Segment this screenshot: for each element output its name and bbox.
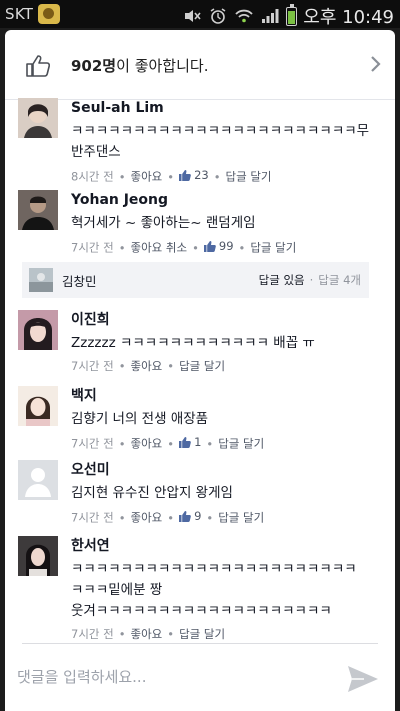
comment-author[interactable]: 한서연: [71, 536, 376, 556]
comment-meta: 8시간 전 • 좋아요 • 23 • 답글 달기: [71, 166, 272, 184]
avatar[interactable]: [18, 386, 58, 426]
comment-meta: 7시간 전 • 좋아요 • 답글 달기: [71, 359, 226, 373]
comment-author[interactable]: 오선미: [71, 460, 376, 480]
comment-author[interactable]: Yohan Jeong: [71, 190, 376, 210]
reply-status: 답글 있음 · 답글 4개: [258, 273, 361, 287]
comment-text: ㅋㅋㅋㅋㅋㅋㅋㅋㅋㅋㅋㅋㅋㅋㅋㅋㅋㅋㅋㅋㅋㅋㅋ무반주댄스: [71, 123, 370, 160]
reply-button[interactable]: 답글 달기: [218, 437, 264, 451]
reply-author: 김창민: [62, 274, 97, 289]
comment-time: 7시간 전: [71, 240, 114, 255]
comments-panel: 902명이 좋아합니다. Seul-ah Lim ㅋㅋㅋㅋㅋㅋㅋㅋㅋㅋㅋㅋㅋㅋㅋ…: [5, 30, 395, 711]
comment-author[interactable]: 이진희: [71, 310, 376, 330]
comment-time: 7시간 전: [71, 510, 114, 525]
comment-time: 7시간 전: [71, 627, 114, 641]
likes-summary-bar[interactable]: 902명이 좋아합니다.: [5, 30, 395, 100]
like-button[interactable]: 좋아요: [131, 511, 163, 525]
clock: 오후 10:49: [303, 7, 394, 28]
battery-icon: [286, 3, 298, 26]
unlike-button[interactable]: 좋아요 취소: [131, 241, 188, 255]
send-icon[interactable]: [346, 664, 380, 698]
comment-meta: 7시간 전 • 좋아요 • 9 • 답글 달기: [71, 507, 265, 525]
comment-author[interactable]: 백지: [71, 386, 376, 406]
reply-button[interactable]: 답글 달기: [179, 359, 225, 373]
like-button[interactable]: 좋아요: [131, 627, 163, 641]
reply-thread-row[interactable]: 김창민 답글 있음 · 답글 4개: [22, 262, 369, 298]
like-count[interactable]: 9: [179, 507, 201, 525]
chevron-right-icon[interactable]: [369, 54, 383, 78]
reply-button[interactable]: 답글 달기: [218, 511, 264, 525]
likes-suffix: 이 좋아합니다.: [116, 57, 209, 75]
comment-meta: 7시간 전 • 좋아요 • 답글 달기: [71, 627, 226, 641]
comment-text: 김향기 너의 전생 애장품: [71, 411, 209, 427]
likes-count: 902명: [71, 57, 117, 75]
comment-input[interactable]: [17, 662, 327, 692]
comment-text: ㅋㅋㅋㅋㅋㅋㅋㅋㅋㅋㅋㅋㅋㅋㅋㅋㅋㅋㅋㅋㅋㅋㅋ ㅋㅋㅋ밑에분 짱 웃겨ㅋㅋㅋㅋㅋ…: [71, 559, 376, 622]
comment-meta: 7시간 전 • 좋아요 • 1 • 답글 달기: [71, 433, 265, 451]
comment-meta: 7시간 전 • 좋아요 취소 • 99 • 답글 달기: [71, 237, 297, 255]
like-count[interactable]: 99: [203, 237, 234, 255]
comment-text: 혁거세가 ~ 좋아하는~ 랜덤게임: [71, 215, 256, 231]
wifi-icon: [234, 6, 254, 26]
avatar[interactable]: [18, 460, 58, 500]
comment-time: 7시간 전: [71, 436, 114, 451]
thumbs-up-filled-icon: [179, 436, 191, 448]
avatar[interactable]: [18, 98, 58, 138]
comment-time: 8시간 전: [71, 169, 114, 184]
like-button[interactable]: 좋아요: [131, 170, 163, 184]
comment-author[interactable]: Seul-ah Lim: [71, 98, 376, 118]
avatar[interactable]: [18, 536, 58, 576]
signal-icon: [260, 6, 280, 26]
avatar[interactable]: [18, 310, 58, 350]
avatar: [29, 268, 53, 292]
thumbs-up-filled-icon: [179, 510, 191, 522]
like-count[interactable]: 23: [179, 166, 209, 184]
like-count[interactable]: 1: [179, 433, 201, 451]
avatar[interactable]: [18, 190, 58, 230]
mute-icon: [182, 6, 202, 26]
reply-button[interactable]: 답글 달기: [179, 627, 225, 641]
comment-text-line: ㅋㅋㅋㅋㅋㅋㅋㅋㅋㅋㅋㅋㅋㅋㅋㅋㅋㅋㅋㅋㅋㅋㅋ: [71, 561, 357, 577]
comment-time: 7시간 전: [71, 359, 114, 373]
thumbs-up-filled-icon: [179, 169, 191, 181]
thumbs-up-outline-icon: [25, 54, 51, 82]
likes-count-text: 902명이 좋아합니다.: [71, 55, 208, 76]
reply-count: 답글 4개: [318, 273, 361, 287]
comment-text-line: ㅋㅋㅋ밑에분 짱: [71, 582, 163, 598]
thumbs-up-filled-icon: [203, 240, 216, 252]
notification-app-icon: [38, 4, 61, 24]
alarm-icon: [208, 6, 228, 26]
comment-text: 김지현 유수진 안압지 왕게임: [71, 485, 233, 501]
status-bar: SKT 오후 10:49: [0, 0, 400, 28]
carrier-label: SKT: [5, 5, 34, 23]
comment-composer: [5, 644, 395, 711]
comment-text-line: 웃겨ㅋㅋㅋㅋㅋㅋㅋㅋㅋㅋㅋㅋㅋㅋㅋㅋㅋㅋㅋ: [71, 603, 332, 619]
reply-button[interactable]: 답글 달기: [250, 241, 296, 255]
comment-text: Zzzzzz ㅋㅋㅋㅋㅋㅋㅋㅋㅋㅋㅋㅋ 배꼽 ㅠ: [71, 335, 315, 351]
like-button[interactable]: 좋아요: [131, 359, 163, 373]
reply-button[interactable]: 답글 달기: [226, 170, 272, 184]
like-button[interactable]: 좋아요: [131, 437, 163, 451]
